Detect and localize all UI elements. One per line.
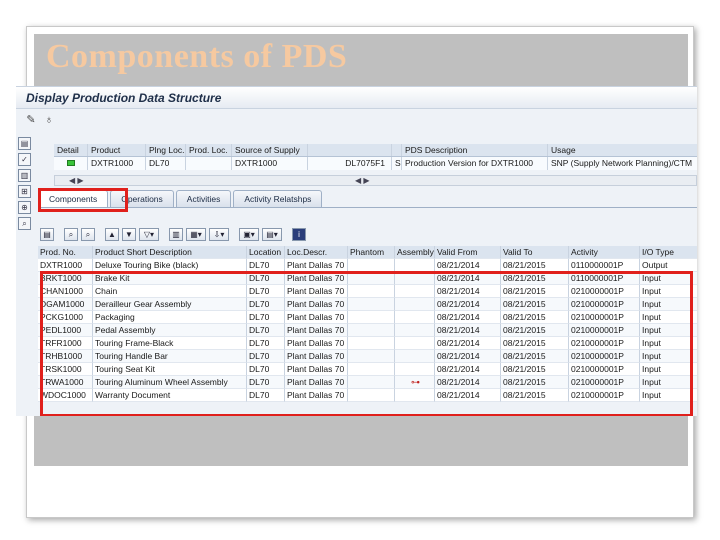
export-icon[interactable]: ⇩▾ <box>209 227 229 241</box>
sort-ascending-icon[interactable]: ▲ <box>105 227 119 241</box>
slide-title: Components of PDS <box>46 38 348 75</box>
detail-icon[interactable]: ▤ <box>40 227 54 241</box>
column-header[interactable]: Activity <box>569 246 640 259</box>
window-header: Display Production Data Structure <box>16 87 697 109</box>
components-tab-highlight <box>38 188 128 212</box>
column-header[interactable]: Location <box>247 246 285 259</box>
find-icon[interactable]: ⌕ <box>64 227 78 241</box>
pencil-icon[interactable]: ✎ <box>24 113 38 127</box>
print-icon[interactable]: ▥ <box>18 169 31 182</box>
status-led-icon[interactable] <box>67 160 75 166</box>
sort-descending-icon[interactable]: ▼ <box>122 227 136 241</box>
column-header[interactable]: Source of Supply <box>232 144 308 156</box>
glasses-icon[interactable]: ♁ <box>42 113 56 127</box>
column-header[interactable]: Phantom <box>348 246 395 259</box>
column-header[interactable]: Plng Loc. <box>146 144 186 156</box>
grid-cell: S <box>392 157 402 170</box>
tree-icon[interactable]: ⊞ <box>18 185 31 198</box>
where-used-icon[interactable]: ⊕ <box>18 201 31 214</box>
column-header[interactable]: Product <box>88 144 146 156</box>
grid-cell: DL7075F1 <box>308 157 392 170</box>
header-icon[interactable]: ▤ <box>18 137 31 150</box>
column-header[interactable]: Usage <box>548 144 697 156</box>
grid-cell <box>186 157 232 170</box>
input-rows-highlight <box>40 271 693 416</box>
grid-toolbar: ▤ ⌕ ⌕ ▲ ▼ ▽▾ ▥ ▦▾ ⇩▾ ▣▾ ▤▾ i <box>40 226 306 242</box>
table-header: Prod. No. Product Short Description Loca… <box>38 246 697 259</box>
column-header[interactable]: PDS Description <box>402 144 548 156</box>
tab-activity-relationships[interactable]: Activity Relatshps <box>233 190 323 207</box>
scroll-arrows-left[interactable]: ◀ ▶ <box>69 176 84 185</box>
scroll-arrows-right[interactable]: ◀ ▶ <box>355 176 370 185</box>
column-header[interactable]: Assembly <box>395 246 435 259</box>
layout-icon[interactable]: ▣▾ <box>239 227 259 241</box>
find-next-icon[interactable]: ⌕ <box>81 227 95 241</box>
header-grid-columns: Detail Product Plng Loc. Prod. Loc. Sour… <box>54 144 697 157</box>
side-toolbar: ▤ ✓ ▥ ⊞ ⊕ ⌕ <box>18 137 32 230</box>
select-layout-icon[interactable]: ▤▾ <box>262 227 282 241</box>
column-header[interactable]: Loc.Descr. <box>285 246 348 259</box>
pds-header-grid: Detail Product Plng Loc. Prod. Loc. Sour… <box>54 144 697 170</box>
filter-icon[interactable]: ▽▾ <box>139 227 159 241</box>
grid-cell: SNP (Supply Network Planning)/CTM <box>551 158 693 168</box>
column-header[interactable]: Valid To <box>501 246 569 259</box>
main-toolbar: ✎ ♁ <box>24 113 56 129</box>
grid-cell: DXTR1000 <box>232 157 308 170</box>
grid-cell: Production Version for DXTR1000 <box>402 157 548 170</box>
column-header[interactable]: Product Short Description <box>93 246 247 259</box>
header-grid-row[interactable]: DXTR1000 DL70 DXTR1000 DL7075F1 S Produc… <box>54 157 697 170</box>
detail-cell[interactable] <box>54 157 88 170</box>
column-header[interactable]: Prod. No. <box>38 246 93 259</box>
info-icon[interactable]: i <box>292 227 306 241</box>
column-header[interactable]: Detail <box>54 144 88 156</box>
search-icon[interactable]: ⌕ <box>18 217 31 230</box>
print-icon[interactable]: ▥ <box>169 227 183 241</box>
horizontal-scrollbar[interactable]: ◀ ▶ ◀ ▶ <box>54 175 697 186</box>
column-header[interactable]: Prod. Loc. <box>186 144 232 156</box>
views-icon[interactable]: ▦▾ <box>186 227 206 241</box>
column-header[interactable]: I/O Type <box>640 246 697 259</box>
column-header[interactable] <box>308 144 392 156</box>
grid-cell: DL70 <box>146 157 186 170</box>
column-header[interactable]: Valid From <box>435 246 501 259</box>
tab-divider <box>38 207 697 208</box>
grid-cell: DXTR1000 <box>88 157 146 170</box>
window-title: Display Production Data Structure <box>26 91 222 105</box>
sap-window: Display Production Data Structure ✎ ♁ ▤ … <box>16 86 697 416</box>
tab-activities[interactable]: Activities <box>175 190 232 207</box>
column-header[interactable] <box>392 144 402 156</box>
check-icon[interactable]: ✓ <box>18 153 31 166</box>
